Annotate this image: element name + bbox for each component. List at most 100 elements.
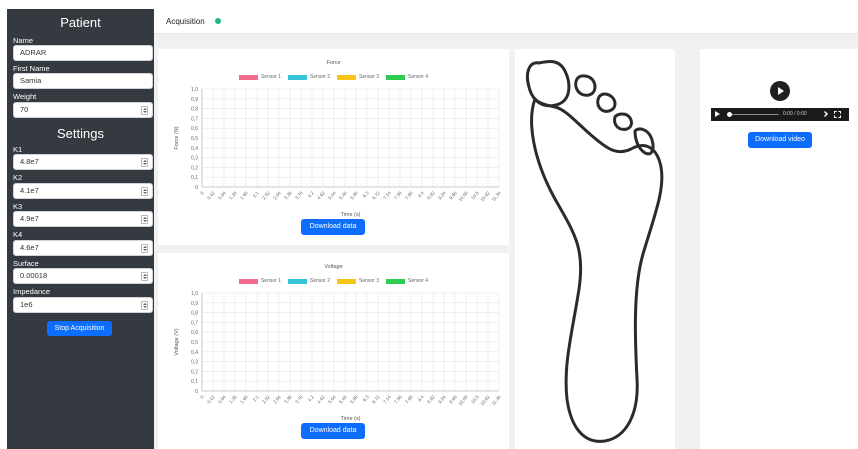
x-tick-label: 8.82 <box>426 190 436 200</box>
video-play-icon[interactable] <box>715 111 720 117</box>
k3-label: K3 <box>13 202 23 211</box>
video-controls: 0:00 / 0:00 <box>711 108 849 121</box>
k4-label: K4 <box>13 230 23 239</box>
x-tick-label: 3.78 <box>294 394 304 404</box>
first-name-input[interactable]: Samia <box>13 73 153 89</box>
x-tick-label: 5.88 <box>349 190 359 200</box>
k4-input[interactable]: 4.6e7 <box>13 240 153 256</box>
y-tick-label: 0,5 <box>191 136 198 142</box>
k3-input[interactable]: 4.9e7 <box>13 211 153 227</box>
k3-value: 4.9e7 <box>20 214 39 223</box>
x-tick-label: 5.46 <box>338 394 348 404</box>
surface-label: Surface <box>13 259 39 268</box>
k3-spinner-icon[interactable] <box>141 215 148 224</box>
x-tick-label: 0 <box>199 190 205 196</box>
y-tick-label: 0,2 <box>191 369 198 375</box>
x-axis-title: Time (s) <box>341 416 361 422</box>
sidebar: Patient Name ADRAR First Name Samia Weig… <box>7 9 154 449</box>
x-tick-label: 4.2 <box>307 394 315 402</box>
stop-acquisition-button[interactable]: Stop Acquisition <box>47 321 112 336</box>
x-tick-label: 7.14 <box>382 190 392 200</box>
fourth-toe-outline <box>613 112 633 131</box>
x-tick-label: 7.14 <box>382 394 392 404</box>
name-input[interactable]: ADRAR <box>13 45 153 61</box>
x-tick-label: 6.72 <box>371 394 381 404</box>
x-tick-label: 1.26 <box>228 394 238 404</box>
y-tick-label: 0,8 <box>191 107 198 113</box>
x-tick-label: 5.46 <box>338 190 348 200</box>
k4-value: 4.6e7 <box>20 243 39 252</box>
y-tick-label: 0,1 <box>191 175 198 181</box>
x-tick-label: 4.62 <box>316 190 326 200</box>
x-tick-label: 8.4 <box>417 394 425 402</box>
k1-spinner-icon[interactable] <box>141 158 148 167</box>
y-tick-label: 0,5 <box>191 340 198 346</box>
app: Patient Name ADRAR First Name Samia Weig… <box>0 0 858 449</box>
impedance-spinner-icon[interactable] <box>141 301 148 310</box>
y-tick-label: 0,7 <box>191 116 198 122</box>
foot-map-card <box>515 49 675 449</box>
y-tick-label: 0,4 <box>191 350 198 356</box>
surface-spinner-icon[interactable] <box>141 272 148 281</box>
x-tick-label: 0.42 <box>206 190 216 200</box>
video-time: 0:00 / 0:00 <box>783 111 807 117</box>
download-force-data-button[interactable]: Download data <box>301 219 365 235</box>
x-tick-label: 1.68 <box>239 394 249 404</box>
x-tick-label: 0.84 <box>217 190 227 200</box>
x-tick-label: 10.92 <box>480 394 492 406</box>
x-tick-label: 9.24 <box>437 190 447 200</box>
download-video-button[interactable]: Download video <box>748 132 812 148</box>
weight-input[interactable]: 70 <box>13 102 153 118</box>
third-toe-outline <box>596 92 617 113</box>
x-tick-label: 7.98 <box>404 394 414 404</box>
x-tick-label: 6.72 <box>371 190 381 200</box>
little-toe-outline <box>633 127 655 156</box>
force-chart: 1,00,90,80,70,60,50,40,30,20,100 0.42 0.84… <box>174 87 502 218</box>
surface-input[interactable]: 0.00018 <box>13 268 153 284</box>
page-title: Acquisition <box>166 17 205 26</box>
x-tick-label: 6.3 <box>362 190 370 198</box>
first-name-label: First Name <box>13 64 50 73</box>
x-tick-label: 2.52 <box>261 394 271 404</box>
x-tick-label: 1.68 <box>239 190 249 200</box>
k1-label: K1 <box>13 145 23 154</box>
k1-input[interactable]: 4.8e7 <box>13 154 153 170</box>
download-voltage-data-button[interactable]: Download data <box>301 423 365 439</box>
video-seek-bar[interactable] <box>727 114 779 115</box>
k2-spinner-icon[interactable] <box>141 187 148 196</box>
x-tick-label: 6.3 <box>362 394 370 402</box>
x-tick-label: 2.94 <box>272 190 282 200</box>
x-tick-label: 10.08 <box>458 394 470 406</box>
fullscreen-icon[interactable] <box>834 111 841 118</box>
voltage-chart-card: Voltage Sensor 1 Sensor 2 Sensor 3 Senso… <box>158 253 509 449</box>
video-seek-handle[interactable] <box>727 112 732 117</box>
y-tick-label: 0,3 <box>191 156 198 162</box>
surface-value: 0.00018 <box>20 271 48 280</box>
status-indicator-icon <box>215 18 221 24</box>
patient-heading: Patient <box>60 15 101 30</box>
y-tick-label: 0,4 <box>191 146 198 152</box>
x-tick-label: 4.2 <box>307 190 315 198</box>
name-label: Name <box>13 36 34 45</box>
y-tick-label: 0,1 <box>191 379 198 385</box>
k4-spinner-icon[interactable] <box>141 244 148 253</box>
y-axis-title: Force (N) <box>174 126 180 149</box>
impedance-input[interactable]: 1e6 <box>13 297 153 313</box>
x-tick-label: 0.84 <box>217 394 227 404</box>
play-icon[interactable] <box>770 81 790 101</box>
playback-speed-icon[interactable] <box>822 111 828 117</box>
x-tick-label: 1.26 <box>228 190 238 200</box>
k2-input[interactable]: 4.1e7 <box>13 183 153 199</box>
x-tick-label: 0.42 <box>206 394 216 404</box>
x-tick-label: 11.34 <box>491 394 502 406</box>
x-tick-label: 7.98 <box>404 190 414 200</box>
weight-label: Weight <box>13 92 37 101</box>
x-axis-title: Time (s) <box>341 212 361 218</box>
force-chart-card: Force Sensor 1 Sensor 2 Sensor 3 Sensor … <box>158 49 509 245</box>
weight-spinner-icon[interactable] <box>141 106 148 115</box>
k2-label: K2 <box>13 173 23 182</box>
y-tick-label: 0,9 <box>191 301 198 307</box>
x-tick-label: 5.04 <box>327 394 337 404</box>
x-tick-label: 8.82 <box>426 394 436 404</box>
k2-value: 4.1e7 <box>20 186 39 195</box>
